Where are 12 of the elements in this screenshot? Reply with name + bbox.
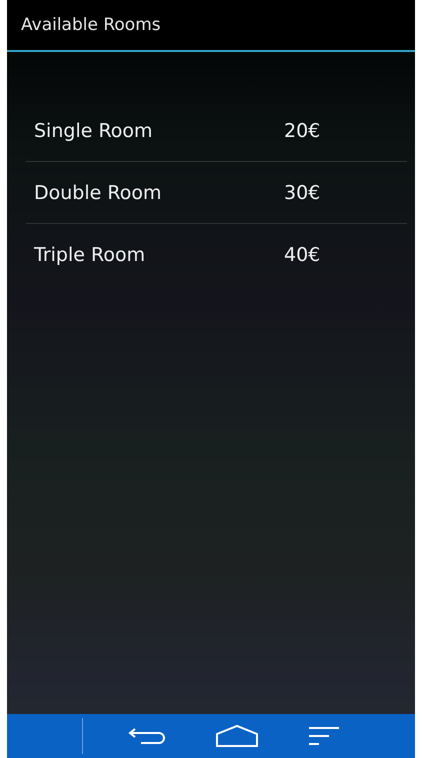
room-row[interactable]: Double Room 30€ bbox=[26, 162, 407, 224]
room-name: Double Room bbox=[34, 182, 162, 204]
screen-title: Available Rooms bbox=[21, 15, 161, 35]
room-row[interactable]: Single Room 20€ bbox=[26, 100, 407, 162]
room-price: 20€ bbox=[284, 120, 320, 142]
room-name: Triple Room bbox=[34, 244, 146, 266]
room-name: Single Room bbox=[34, 120, 154, 142]
home-icon[interactable] bbox=[215, 724, 259, 748]
room-row[interactable]: Triple Room 40€ bbox=[26, 224, 407, 286]
room-price: 30€ bbox=[284, 182, 320, 204]
menu-icon[interactable] bbox=[307, 724, 341, 748]
room-price: 40€ bbox=[284, 244, 320, 266]
